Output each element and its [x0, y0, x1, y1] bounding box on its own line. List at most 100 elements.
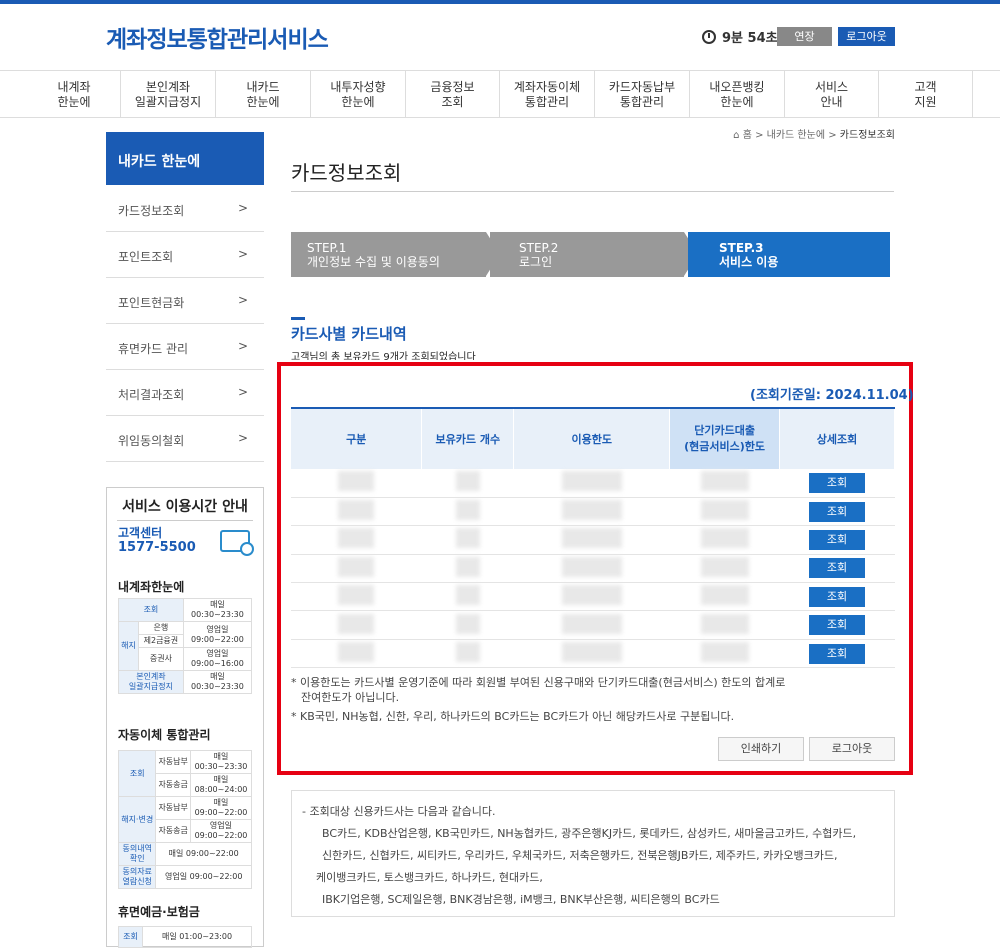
gnb-item-open-banking[interactable]: 내오픈뱅킹 한눈에	[690, 71, 785, 118]
sidebar-item-card-info[interactable]: 카드정보조회 >	[106, 186, 264, 232]
masked-value	[561, 556, 622, 577]
detail-cell: 조회	[779, 554, 895, 584]
masked-value	[700, 556, 749, 577]
step-indicator: STEP.1 개인정보 수집 및 이용동의 STEP.2 로그인 STEP.3 서비스…	[291, 232, 890, 277]
masked-value	[561, 642, 622, 663]
gnb-item-card-autopay[interactable]: 카드자동납부 통합관리	[595, 71, 690, 118]
hours-table-auto-transfer: 조회 자동납부 매일 00:30~23:30 자동송금 매일 08:00~24:00 …	[117, 750, 253, 889]
sidebar-item-points[interactable]: 포인트조회 >	[106, 232, 264, 278]
print-button[interactable]: 인쇄하기	[718, 737, 804, 761]
gnb-item-my-cards[interactable]: 내카드 한눈에	[216, 71, 311, 118]
masked-cell	[669, 610, 780, 640]
hours-value: 매일 08:00~24:00	[189, 773, 253, 797]
sidebar-item-dormant-cards[interactable]: 휴면카드 관리 >	[106, 324, 264, 370]
gnb-item-invest-profile[interactable]: 내투자성향 한눈에	[311, 71, 406, 118]
hours-value: 영업일 09:00~22:00	[182, 621, 253, 648]
gnb-item-service-guide[interactable]: 서비스 안내	[785, 71, 879, 118]
divider	[291, 191, 894, 192]
detail-cell: 조회	[779, 610, 895, 640]
gnb-item-payment-stop[interactable]: 본인계좌 일괄지급정지	[121, 71, 216, 118]
masked-value	[338, 500, 375, 521]
section-marker	[291, 317, 305, 320]
home-icon[interactable]: ⌂	[733, 130, 739, 141]
gnb-item-support[interactable]: 고객 지원	[879, 71, 973, 118]
hours-value: 영업일 09:00~22:00	[155, 865, 252, 889]
sidebar-item-point-cash[interactable]: 포인트현금화 >	[106, 278, 264, 324]
view-detail-button[interactable]: 조회	[809, 501, 866, 522]
masked-value	[561, 500, 622, 521]
view-detail-button[interactable]: 조회	[809, 558, 866, 579]
masked-cell	[421, 639, 514, 669]
col-header-card-count: 보유카드 개수	[421, 407, 515, 469]
step-2: STEP.2 로그인	[490, 232, 684, 277]
hours-key: 조회	[117, 926, 144, 948]
note-limit-cont: 잔여한도가 아닙니다.	[301, 691, 400, 704]
sidebar-item-label: 포인트현금화	[118, 296, 185, 310]
step-number: STEP.2	[519, 241, 559, 255]
table-row: 조회	[291, 525, 895, 555]
detail-cell: 조회	[779, 469, 895, 498]
view-detail-button[interactable]: 조회	[809, 529, 866, 550]
site-logo[interactable]: 계좌정보통합관리서비스	[106, 20, 329, 54]
view-detail-button[interactable]: 조회	[809, 643, 866, 664]
masked-value	[700, 500, 749, 521]
chevron-right-icon: >	[237, 339, 248, 353]
masked-value	[455, 642, 480, 663]
masked-value	[455, 613, 480, 634]
breadcrumb-home[interactable]: 홈	[743, 130, 752, 141]
hours-key: 조회	[117, 750, 157, 797]
note-limit: * 이용한도는 카드사별 운영기준에 따라 회원별 부여된 신용구매와 단기카드…	[291, 676, 786, 689]
gnb-item-auto-transfer[interactable]: 계좌자동이체 통합관리	[500, 71, 595, 118]
masked-cell	[291, 525, 422, 555]
step-label: 서비스 이용	[719, 255, 779, 269]
extend-session-button[interactable]: 연장	[777, 27, 832, 46]
hours-key: 자동송금	[155, 819, 191, 843]
masked-value	[700, 585, 749, 606]
info-title: - 조회대상 신용카드사는 다음과 같습니다.	[302, 805, 496, 818]
masked-cell	[421, 469, 514, 498]
card-count-summary: 고객님의 총 보유카드 9개가 조회되었습니다	[291, 352, 476, 360]
breadcrumb-my-cards[interactable]: 내카드 한눈에	[767, 130, 825, 141]
masked-value	[561, 528, 622, 549]
masked-cell	[421, 554, 514, 584]
view-detail-button[interactable]: 조회	[809, 586, 866, 607]
gnb-item-financial-info[interactable]: 금융정보 조회	[406, 71, 500, 118]
hours-section-accounts: 내계좌한눈에	[118, 580, 185, 594]
col-header-cash-limit: 단기카드대출 (현금서비스)한도	[669, 407, 781, 469]
masked-value	[455, 500, 480, 521]
masked-cell	[513, 582, 670, 612]
hours-key: 제2금융권	[137, 634, 184, 648]
page-title: 카드정보조회	[291, 161, 402, 185]
step-number: STEP.1	[307, 241, 347, 255]
masked-cell	[421, 582, 514, 612]
view-detail-button[interactable]: 조회	[809, 615, 866, 636]
table-row: 조회	[291, 469, 895, 498]
hours-value: 영업일 09:00~22:00	[189, 819, 253, 843]
col-header-limit: 이용한도	[513, 407, 671, 469]
hours-key: 동의내역 확인	[117, 842, 157, 866]
gnb-item-my-accounts[interactable]: 내계좌 한눈에	[28, 71, 121, 118]
hours-key: 증권사	[137, 647, 184, 671]
chevron-right-icon: >	[237, 201, 248, 215]
hours-section-auto-transfer: 자동이체 통합관리	[118, 728, 211, 742]
chevron-right-icon: >	[237, 385, 248, 399]
view-detail-button[interactable]: 조회	[809, 472, 866, 493]
logout-button-header[interactable]: 로그아웃	[838, 27, 895, 46]
masked-value	[561, 585, 622, 606]
masked-value	[338, 585, 375, 606]
sidebar-item-consent-withdraw[interactable]: 위임동의철회 >	[106, 416, 264, 462]
masked-cell	[291, 554, 422, 584]
masked-value	[700, 642, 749, 663]
step-label: 개인정보 수집 및 이용동의	[307, 255, 440, 269]
masked-cell	[421, 497, 514, 527]
info-line: 신한카드, 신협카드, 씨티카드, 우리카드, 우체국카드, 저축은행카드, 전…	[322, 849, 838, 862]
masked-cell	[669, 525, 780, 555]
logout-button[interactable]: 로그아웃	[809, 737, 895, 761]
as-of-date: (조회기준일: 2024.11.04)	[750, 388, 914, 403]
sidebar-item-results[interactable]: 처리결과조회 >	[106, 370, 264, 416]
masked-value	[700, 471, 749, 492]
hours-key: 자동납부	[155, 750, 191, 774]
hours-value: 영업일 09:00~16:00	[182, 647, 253, 671]
hours-key: 은행	[137, 621, 184, 635]
hours-value: 매일 00:30~23:30	[182, 670, 253, 694]
